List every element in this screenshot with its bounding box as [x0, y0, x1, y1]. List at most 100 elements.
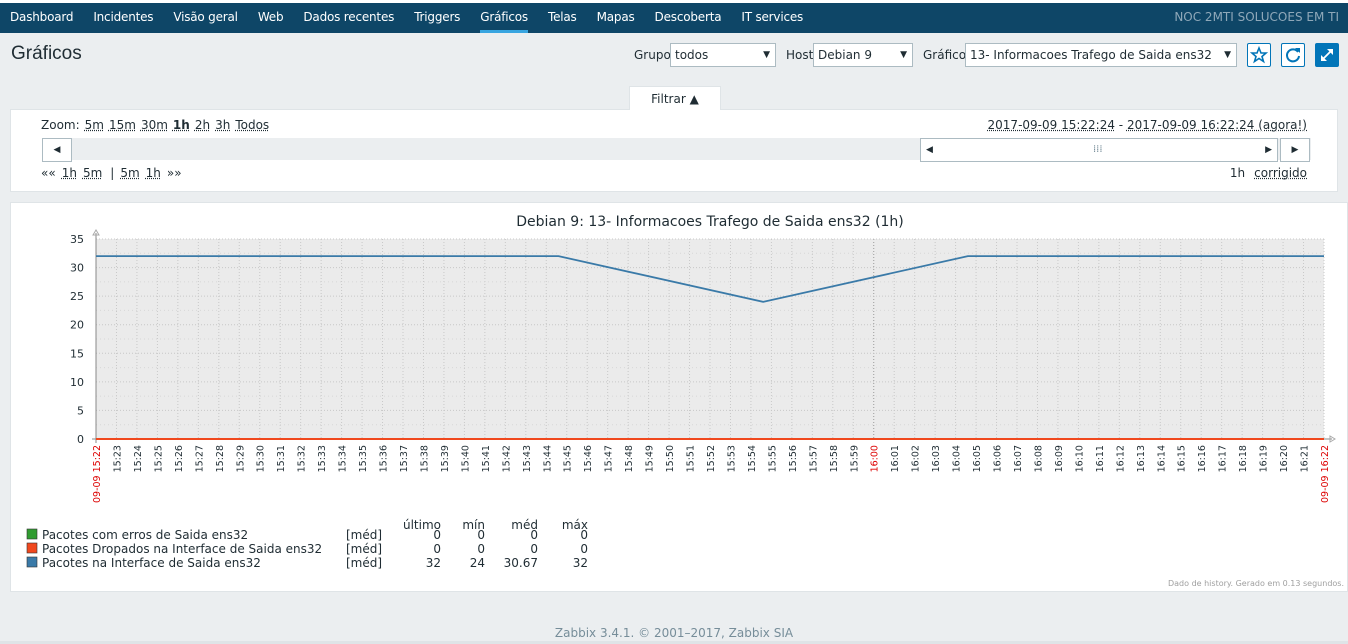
x-start-label: 09-09 15:22: [92, 445, 103, 503]
chevron-down-icon: ▼: [900, 50, 907, 60]
x-tick-label: 15:29: [235, 445, 246, 472]
x-tick-label: 16:04: [952, 445, 963, 472]
nav-item[interactable]: Dados recentes: [293, 3, 404, 33]
nav-item[interactable]: Web: [248, 3, 294, 33]
x-tick-label: 15:52: [706, 445, 717, 472]
refresh-button[interactable]: [1281, 43, 1305, 67]
nav-item[interactable]: IT services: [731, 3, 813, 33]
nav-back-all[interactable]: ««: [41, 166, 56, 180]
zoom-option[interactable]: 1h: [173, 118, 190, 132]
zoom-option[interactable]: 5m: [85, 118, 104, 132]
fixed-toggle[interactable]: corrigido: [1254, 166, 1307, 180]
nav-item[interactable]: Triggers: [404, 3, 470, 33]
scroll-left-button[interactable]: ◀: [42, 138, 72, 162]
legend-name: Pacotes na Interface de Saida ens32: [42, 556, 261, 570]
timeline-handle[interactable]: ◀ ⁞⁞⁞ ▶: [920, 138, 1278, 162]
arrow-left-icon: ◀: [53, 145, 61, 155]
x-tick-label: 15:26: [174, 445, 185, 472]
x-tick-label: 15:42: [501, 445, 512, 472]
y-tick-label: 15: [70, 347, 84, 360]
legend-func: [méd]: [346, 542, 382, 556]
x-tick-label: 15:31: [276, 445, 287, 472]
x-tick-label: 16:06: [993, 445, 1004, 472]
x-tick-label: 16:16: [1197, 445, 1208, 472]
nav-item[interactable]: Visão geral: [163, 3, 247, 33]
nav-item[interactable]: Gráficos: [470, 3, 538, 33]
x-tick-label: 15:40: [460, 445, 471, 472]
x-tick-label: 16:00: [870, 445, 881, 472]
host-select-value: Debian 9: [818, 48, 872, 62]
x-tick-label: 16:17: [1218, 445, 1229, 472]
legend-name: Pacotes Dropados na Interface de Saida e…: [42, 542, 322, 556]
host-select[interactable]: Debian 9 ▼: [813, 43, 913, 67]
x-tick-label: 16:07: [1013, 445, 1024, 472]
legend-value: 32: [573, 556, 588, 570]
nav-item[interactable]: Incidentes: [83, 3, 163, 33]
favorite-button[interactable]: [1247, 43, 1271, 67]
fullscreen-icon: [1321, 49, 1333, 61]
scroll-right-button[interactable]: ▶: [1280, 138, 1310, 162]
zoom-option[interactable]: Todos: [235, 118, 269, 132]
legend-value: 30.67: [504, 556, 538, 570]
zoom-label: Zoom:: [41, 118, 80, 132]
x-tick-label: 16:09: [1054, 445, 1065, 472]
x-end-label: 09-09 16:22: [1320, 445, 1331, 503]
brand-label: NOC 2MTI SOLUCOES EM TI: [1174, 10, 1339, 24]
nav-item[interactable]: Dashboard: [0, 3, 83, 33]
nav-item[interactable]: Descoberta: [645, 3, 732, 33]
x-tick-label: 15:46: [583, 445, 594, 472]
zoom-bar: Zoom: 5m 15m 30m 1h 2h 3h Todos: [41, 118, 269, 132]
x-tick-label: 16:19: [1259, 445, 1270, 472]
nav-forward-link[interactable]: 1h: [146, 166, 161, 180]
legend-value: 0: [477, 542, 485, 556]
chevron-down-icon: ▼: [1224, 50, 1231, 60]
line-chart[interactable]: Debian 9: 13- Informacoes Trafego de Sai…: [11, 203, 1347, 591]
fullscreen-button[interactable]: [1315, 43, 1339, 67]
legend-func: [méd]: [346, 556, 382, 570]
data-note: Dado de history. Gerado em 0.13 segundos…: [1168, 579, 1344, 588]
zoom-option[interactable]: 3h: [215, 118, 230, 132]
zoom-option[interactable]: 15m: [109, 118, 136, 132]
nav-back-link[interactable]: 5m: [83, 166, 102, 180]
x-tick-label: 15:58: [829, 445, 840, 472]
nav-forward-link[interactable]: 5m: [120, 166, 139, 180]
x-tick-label: 15:38: [419, 445, 430, 472]
x-tick-label: 15:44: [542, 445, 553, 472]
x-tick-label: 16:21: [1300, 445, 1311, 472]
nav-back-link[interactable]: 1h: [62, 166, 77, 180]
x-tick-label: 16:15: [1177, 445, 1188, 472]
x-tick-label: 15:43: [522, 445, 533, 472]
graph-select[interactable]: 13- Informacoes Trafego de Saida ens32 ▼: [965, 43, 1237, 67]
filter-tab[interactable]: Filtrar ▲: [629, 86, 721, 110]
y-tick-label: 30: [70, 262, 84, 275]
nav-forward-all[interactable]: »»: [167, 166, 182, 180]
x-tick-label: 15:50: [665, 445, 676, 472]
y-tick-label: 25: [70, 290, 84, 303]
x-tick-label: 15:32: [297, 445, 308, 472]
graph-panel: Debian 9: 13- Informacoes Trafego de Sai…: [10, 202, 1348, 592]
nav-item[interactable]: Telas: [538, 3, 587, 33]
x-tick-label: 15:53: [726, 445, 737, 472]
period-to[interactable]: 2017-09-09 16:22:24 (agora!): [1127, 118, 1307, 132]
x-tick-label: 16:01: [890, 445, 901, 472]
period-from[interactable]: 2017-09-09 15:22:24: [988, 118, 1115, 132]
zoom-option[interactable]: 2h: [195, 118, 210, 132]
x-tick-label: 16:10: [1074, 445, 1085, 472]
legend-name: Pacotes com erros de Saida ens32: [42, 528, 248, 542]
y-tick-label: 35: [70, 233, 84, 246]
period-fixed: 1h corrigido: [1230, 166, 1307, 180]
x-tick-label: 15:34: [338, 445, 349, 472]
zoom-options: 5m 15m 30m 1h 2h 3h Todos: [80, 118, 270, 132]
x-tick-label: 15:35: [358, 445, 369, 472]
host-label: Host: [786, 48, 814, 62]
group-select[interactable]: todos ▼: [670, 43, 776, 67]
legend-swatch: [26, 556, 38, 568]
x-tick-label: 15:48: [624, 445, 635, 472]
nav-item[interactable]: Mapas: [587, 3, 645, 33]
graph-label: Gráfico: [923, 48, 967, 62]
x-tick-label: 16:12: [1115, 445, 1126, 472]
zoom-option[interactable]: 30m: [141, 118, 168, 132]
group-label: Grupo: [634, 48, 671, 62]
nav-menu: Dashboard Incidentes Visão geral Web Dados r…: [0, 3, 813, 33]
legend-value: 0: [580, 542, 588, 556]
